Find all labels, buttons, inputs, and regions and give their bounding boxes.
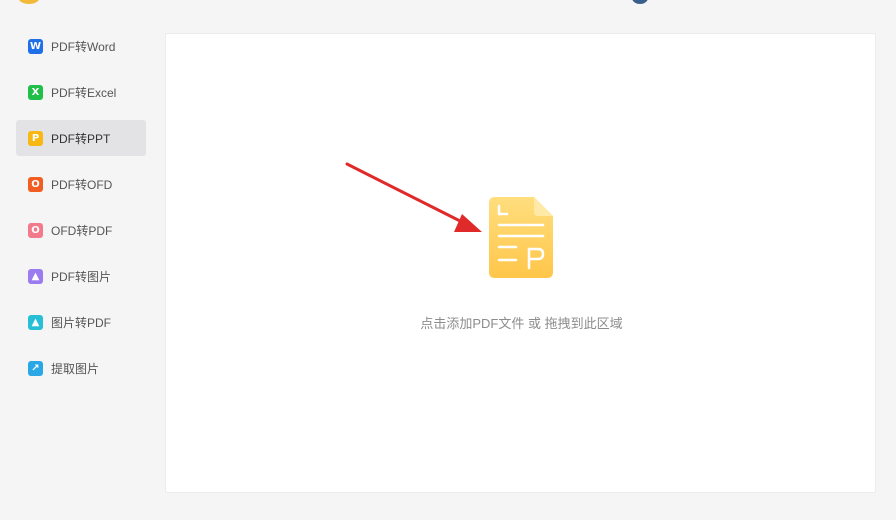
drop-zone[interactable]: 点击添加PDF文件 或 拖拽到此区域 xyxy=(165,33,876,493)
sidebar-item-0[interactable]: W PDF转Word xyxy=(16,28,146,64)
help-icon[interactable] xyxy=(632,0,648,4)
sidebar: W PDF转Word X PDF转Excel P PDF转PPT O PDF转OFD O OFD转… xyxy=(16,28,146,396)
sidebar-item-label: 图片转PDF xyxy=(51,315,112,330)
ofd-to-pdf-icon: O xyxy=(28,222,43,238)
sidebar-item-label: OFD转PDF xyxy=(51,223,113,238)
sidebar-item-label: PDF转PPT xyxy=(51,131,111,146)
image-to-pdf-icon: ▲ xyxy=(28,314,43,330)
ofd-icon: O xyxy=(28,176,43,192)
sidebar-item-2[interactable]: P PDF转PPT xyxy=(16,120,146,156)
pdf-to-image-icon: ▲ xyxy=(28,268,43,284)
excel-icon: X xyxy=(28,84,43,100)
ppt-icon: P xyxy=(28,130,43,146)
sidebar-item-7[interactable]: ↗ 提取图片 xyxy=(16,350,146,386)
sidebar-item-1[interactable]: X PDF转Excel xyxy=(16,74,146,110)
sidebar-item-6[interactable]: ▲ 图片转PDF xyxy=(16,304,146,340)
sidebar-item-label: PDF转Word xyxy=(51,39,116,54)
sidebar-item-5[interactable]: ▲ PDF转图片 xyxy=(16,258,146,294)
extract-image-icon: ↗ xyxy=(28,360,43,376)
sidebar-item-label: PDF转图片 xyxy=(51,269,112,284)
ppt-file-icon[interactable] xyxy=(486,194,556,280)
sidebar-item-label: PDF转Excel xyxy=(51,85,117,100)
sidebar-item-label: PDF转OFD xyxy=(51,177,113,192)
drop-hint-text: 点击添加PDF文件 或 拖拽到此区域 xyxy=(420,316,623,331)
word-icon: W xyxy=(28,38,43,54)
sidebar-item-3[interactable]: O PDF转OFD xyxy=(16,166,146,202)
sidebar-item-4[interactable]: O OFD转PDF xyxy=(16,212,146,248)
sidebar-item-label: 提取图片 xyxy=(51,361,100,376)
app-logo xyxy=(18,0,40,4)
